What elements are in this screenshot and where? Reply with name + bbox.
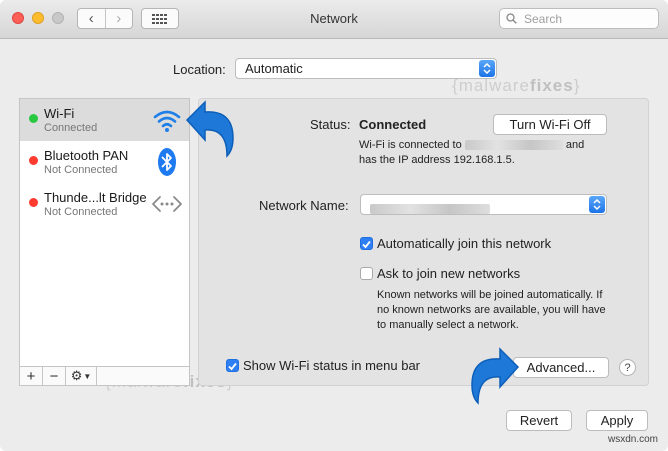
search-input[interactable] <box>522 10 646 27</box>
sidebar-toolbar: + − ⚙ ▼ <box>19 366 190 386</box>
network-name-popup[interactable] <box>360 194 607 215</box>
service-status: Connected <box>44 122 98 134</box>
show-wifi-status-checkbox[interactable] <box>226 359 239 372</box>
status-label: Status: <box>310 117 351 132</box>
apply-button[interactable]: Apply <box>586 410 648 431</box>
service-status: Not Connected <box>44 206 118 218</box>
checkmark-icon <box>228 362 237 371</box>
wifi-icon <box>153 110 181 132</box>
service-item-wifi[interactable]: Wi-Fi Connected <box>20 99 189 141</box>
search-field[interactable] <box>499 8 659 29</box>
network-name-label: Network Name: <box>259 198 349 213</box>
auto-join-label: Automatically join this network <box>377 236 552 251</box>
title-bar: ‹ › Network <box>0 0 668 39</box>
ask-join-label: Ask to join new networks <box>377 266 521 281</box>
turn-wifi-off-button[interactable]: Turn Wi-Fi Off <box>493 114 607 135</box>
auto-join-checkbox[interactable] <box>360 237 373 250</box>
location-value: Automatic <box>245 61 303 76</box>
service-name: Wi-Fi <box>44 106 75 121</box>
popup-arrows-icon <box>479 60 495 77</box>
add-service-button[interactable]: + <box>20 367 43 385</box>
watermark: {malwarefixes} <box>452 76 581 95</box>
service-item-bluetooth-pan[interactable]: Bluetooth PAN Not Connected <box>20 141 189 183</box>
thunderbolt-bridge-icon <box>152 196 182 212</box>
bluetooth-icon <box>158 148 176 176</box>
annotation-arrow-icon <box>471 347 520 405</box>
remove-service-button[interactable]: − <box>43 367 66 385</box>
popup-arrows-icon <box>589 196 605 213</box>
service-status: Not Connected <box>44 164 118 176</box>
help-button[interactable]: ? <box>619 359 636 376</box>
service-name: Thunde...lt Bridge <box>44 190 147 205</box>
service-list: Wi-Fi Connected Bluetooth PAN Not Connec… <box>19 98 190 386</box>
service-actions-button[interactable]: ⚙ ▼ <box>66 367 97 385</box>
redacted-network-name <box>370 203 490 214</box>
chevron-down-icon: ▼ <box>83 371 92 381</box>
annotation-arrow-icon <box>185 100 234 158</box>
status-dot <box>29 114 38 123</box>
checkmark-icon <box>362 240 371 249</box>
location-label: Location: <box>173 62 226 77</box>
service-name: Bluetooth PAN <box>44 148 129 163</box>
status-dot <box>29 198 38 207</box>
redacted-network-name <box>464 140 563 151</box>
network-preferences-window: ‹ › Network Location: Automatic {malware… <box>0 0 668 451</box>
gear-icon: ⚙ <box>70 368 83 383</box>
ask-join-checkbox[interactable] <box>360 267 373 280</box>
credit-text: wsxdn.com <box>608 434 659 445</box>
show-wifi-status-label: Show Wi-Fi status in menu bar <box>243 358 421 373</box>
status-value: Connected <box>359 117 427 132</box>
service-item-thunderbolt-bridge[interactable]: Thunde...lt Bridge Not Connected <box>20 183 189 225</box>
ask-join-note: Known networks will be joined automatica… <box>377 289 606 331</box>
revert-button[interactable]: Revert <box>506 410 572 431</box>
advanced-button[interactable]: Advanced... <box>513 357 609 378</box>
status-description: Wi-Fi is connected to and has the IP add… <box>359 139 585 166</box>
status-dot <box>29 156 38 165</box>
search-icon <box>506 13 517 24</box>
